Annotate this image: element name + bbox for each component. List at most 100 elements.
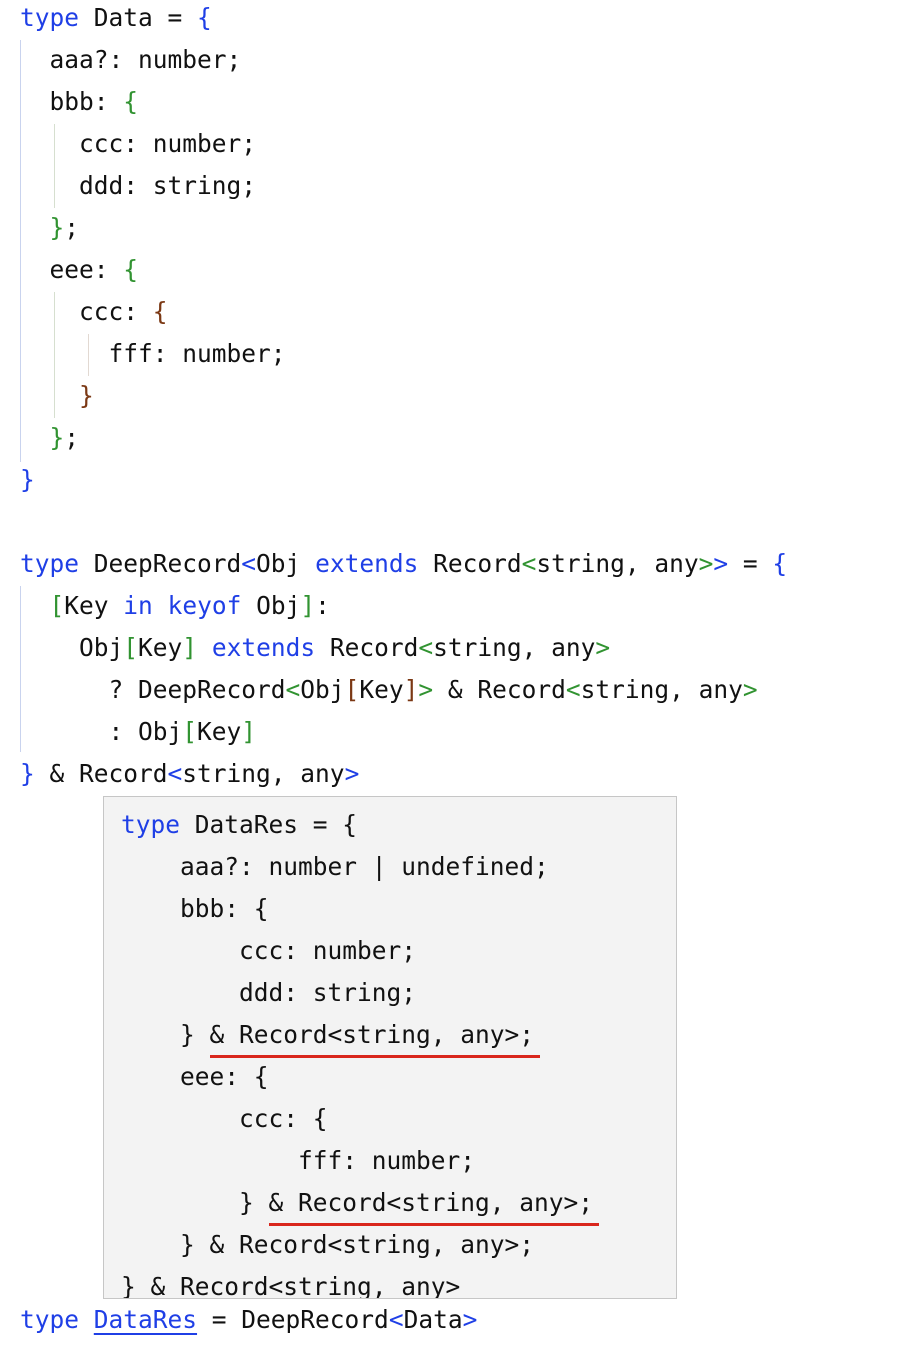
highlighted-intersection: & Record<string, any>;: [268, 1188, 600, 1226]
bracket-token: >: [713, 549, 729, 578]
bracket-token: >: [595, 633, 611, 662]
tooltip-line: ccc: {: [121, 1098, 328, 1140]
bracket-token: <: [285, 675, 301, 704]
bracket-token: {: [197, 3, 212, 32]
highlighted-intersection: & Record<string, any>;: [209, 1020, 541, 1058]
bracket-token: {: [772, 549, 788, 578]
code-token: bbb:: [20, 87, 124, 116]
bracket-token: ]: [241, 717, 257, 746]
code-line: };: [20, 417, 80, 459]
bracket-token: [: [123, 633, 139, 662]
tooltip-line: } & Record<string, any>;: [121, 1182, 600, 1226]
bracket-token: }: [20, 465, 35, 494]
bracket-token: >: [344, 759, 360, 788]
code-line: };: [20, 207, 80, 249]
bracket-token: }: [20, 759, 35, 788]
code-line: type DeepRecord<Obj extends Record<strin…: [20, 543, 787, 585]
code-token: Key: [359, 675, 404, 704]
code-token: :: [315, 591, 330, 620]
code-token: Key: [197, 717, 242, 746]
code-token: eee: {: [121, 1062, 269, 1091]
code-token: }: [121, 1020, 210, 1049]
code-token: & Record: [34, 759, 168, 788]
keyword-token: extends: [211, 633, 316, 662]
code-token: : Obj: [20, 717, 183, 746]
code-token: Key: [138, 633, 183, 662]
code-token: DataRes = {: [180, 810, 358, 839]
bracket-token: <: [167, 759, 183, 788]
code-token: = DeepRecord: [197, 1305, 389, 1334]
bracket-token: ]: [300, 591, 316, 620]
code-token: & Record: [433, 675, 566, 704]
code-token: DeepRecord: [79, 549, 242, 578]
code-line: ccc: {: [20, 291, 168, 333]
code-token: ddd: string;: [121, 978, 417, 1007]
code-token: ccc: number;: [121, 936, 417, 965]
tooltip-line: aaa?: number | undefined;: [121, 846, 549, 888]
keyword-token: keyof: [167, 591, 242, 620]
keyword-token: type: [20, 3, 80, 32]
bracket-token: <: [241, 549, 257, 578]
code-token: Obj: [241, 591, 301, 620]
bracket-token: [: [344, 675, 360, 704]
code-line: [Key in keyof Obj]:: [20, 585, 330, 627]
code-token: ccc:: [20, 297, 153, 326]
bracket-token: >: [462, 1305, 478, 1334]
code-line: type Data = {: [20, 0, 212, 39]
bracket-token: <: [418, 633, 434, 662]
keyword-token: type: [20, 549, 80, 578]
code-line: fff: number;: [20, 333, 286, 375]
bracket-token: }: [49, 213, 65, 242]
bracket-token: {: [123, 255, 139, 284]
code-token: Data: [403, 1305, 463, 1334]
tooltip-line: } & Record<string, any>;: [121, 1014, 541, 1058]
bracket-token: ]: [182, 633, 198, 662]
code-line: }: [20, 459, 35, 501]
code-token: } & Record<string, any>;: [121, 1230, 535, 1259]
tooltip-line: ccc: number;: [121, 930, 416, 972]
bracket-token: }: [49, 423, 65, 452]
tooltip-line: fff: number;: [121, 1140, 475, 1182]
code-token: Data =: [79, 3, 198, 32]
code-line: ddd: string;: [20, 165, 256, 207]
code-token: =: [728, 549, 773, 578]
code-line: eee: {: [20, 249, 139, 291]
tooltip-line: bbb: {: [121, 888, 269, 930]
bracket-token: <: [521, 549, 537, 578]
code-token: Obj: [20, 633, 124, 662]
bracket-token: <: [565, 675, 581, 704]
code-token: ccc: number;: [20, 129, 257, 158]
code-token: string, any: [182, 759, 345, 788]
code-line: ccc: number;: [20, 123, 256, 165]
code-line: aaa?: number;: [20, 39, 242, 81]
keyword-token: type: [121, 810, 181, 839]
code-token: string, any: [580, 675, 743, 704]
tooltip-line: } & Record<string, any>;: [121, 1224, 534, 1266]
tooltip-line: } & Record<string, any>: [121, 1266, 460, 1298]
code-token: Record: [315, 633, 419, 662]
tooltip-line: type DataRes = {: [121, 804, 357, 846]
code-token: Obj: [256, 549, 316, 578]
bracket-token: ]: [403, 675, 419, 704]
code-token: ccc: {: [121, 1104, 328, 1133]
code-token: ddd: string;: [20, 171, 257, 200]
code-line: : Obj[Key]: [20, 711, 257, 753]
bracket-token: >: [698, 549, 714, 578]
code-line: bbb: {: [20, 81, 139, 123]
code-token: fff: number;: [121, 1146, 476, 1175]
code-line: type DataRes = DeepRecord<Data>: [20, 1299, 477, 1341]
code-token: ? DeepRecord: [20, 675, 286, 704]
code-token: string, any: [433, 633, 596, 662]
keyword-token: type: [20, 1305, 80, 1334]
bracket-token: [: [49, 591, 65, 620]
code-line: ? DeepRecord<Obj[Key]> & Record<string, …: [20, 669, 758, 711]
type-hover-tooltip: type DataRes = { aaa?: number | undefine…: [103, 796, 677, 1299]
keyword-token: extends: [315, 549, 419, 578]
tooltip-line: ddd: string;: [121, 972, 416, 1014]
type-name-link[interactable]: DataRes: [94, 1305, 197, 1334]
code-token: }: [121, 1188, 269, 1217]
